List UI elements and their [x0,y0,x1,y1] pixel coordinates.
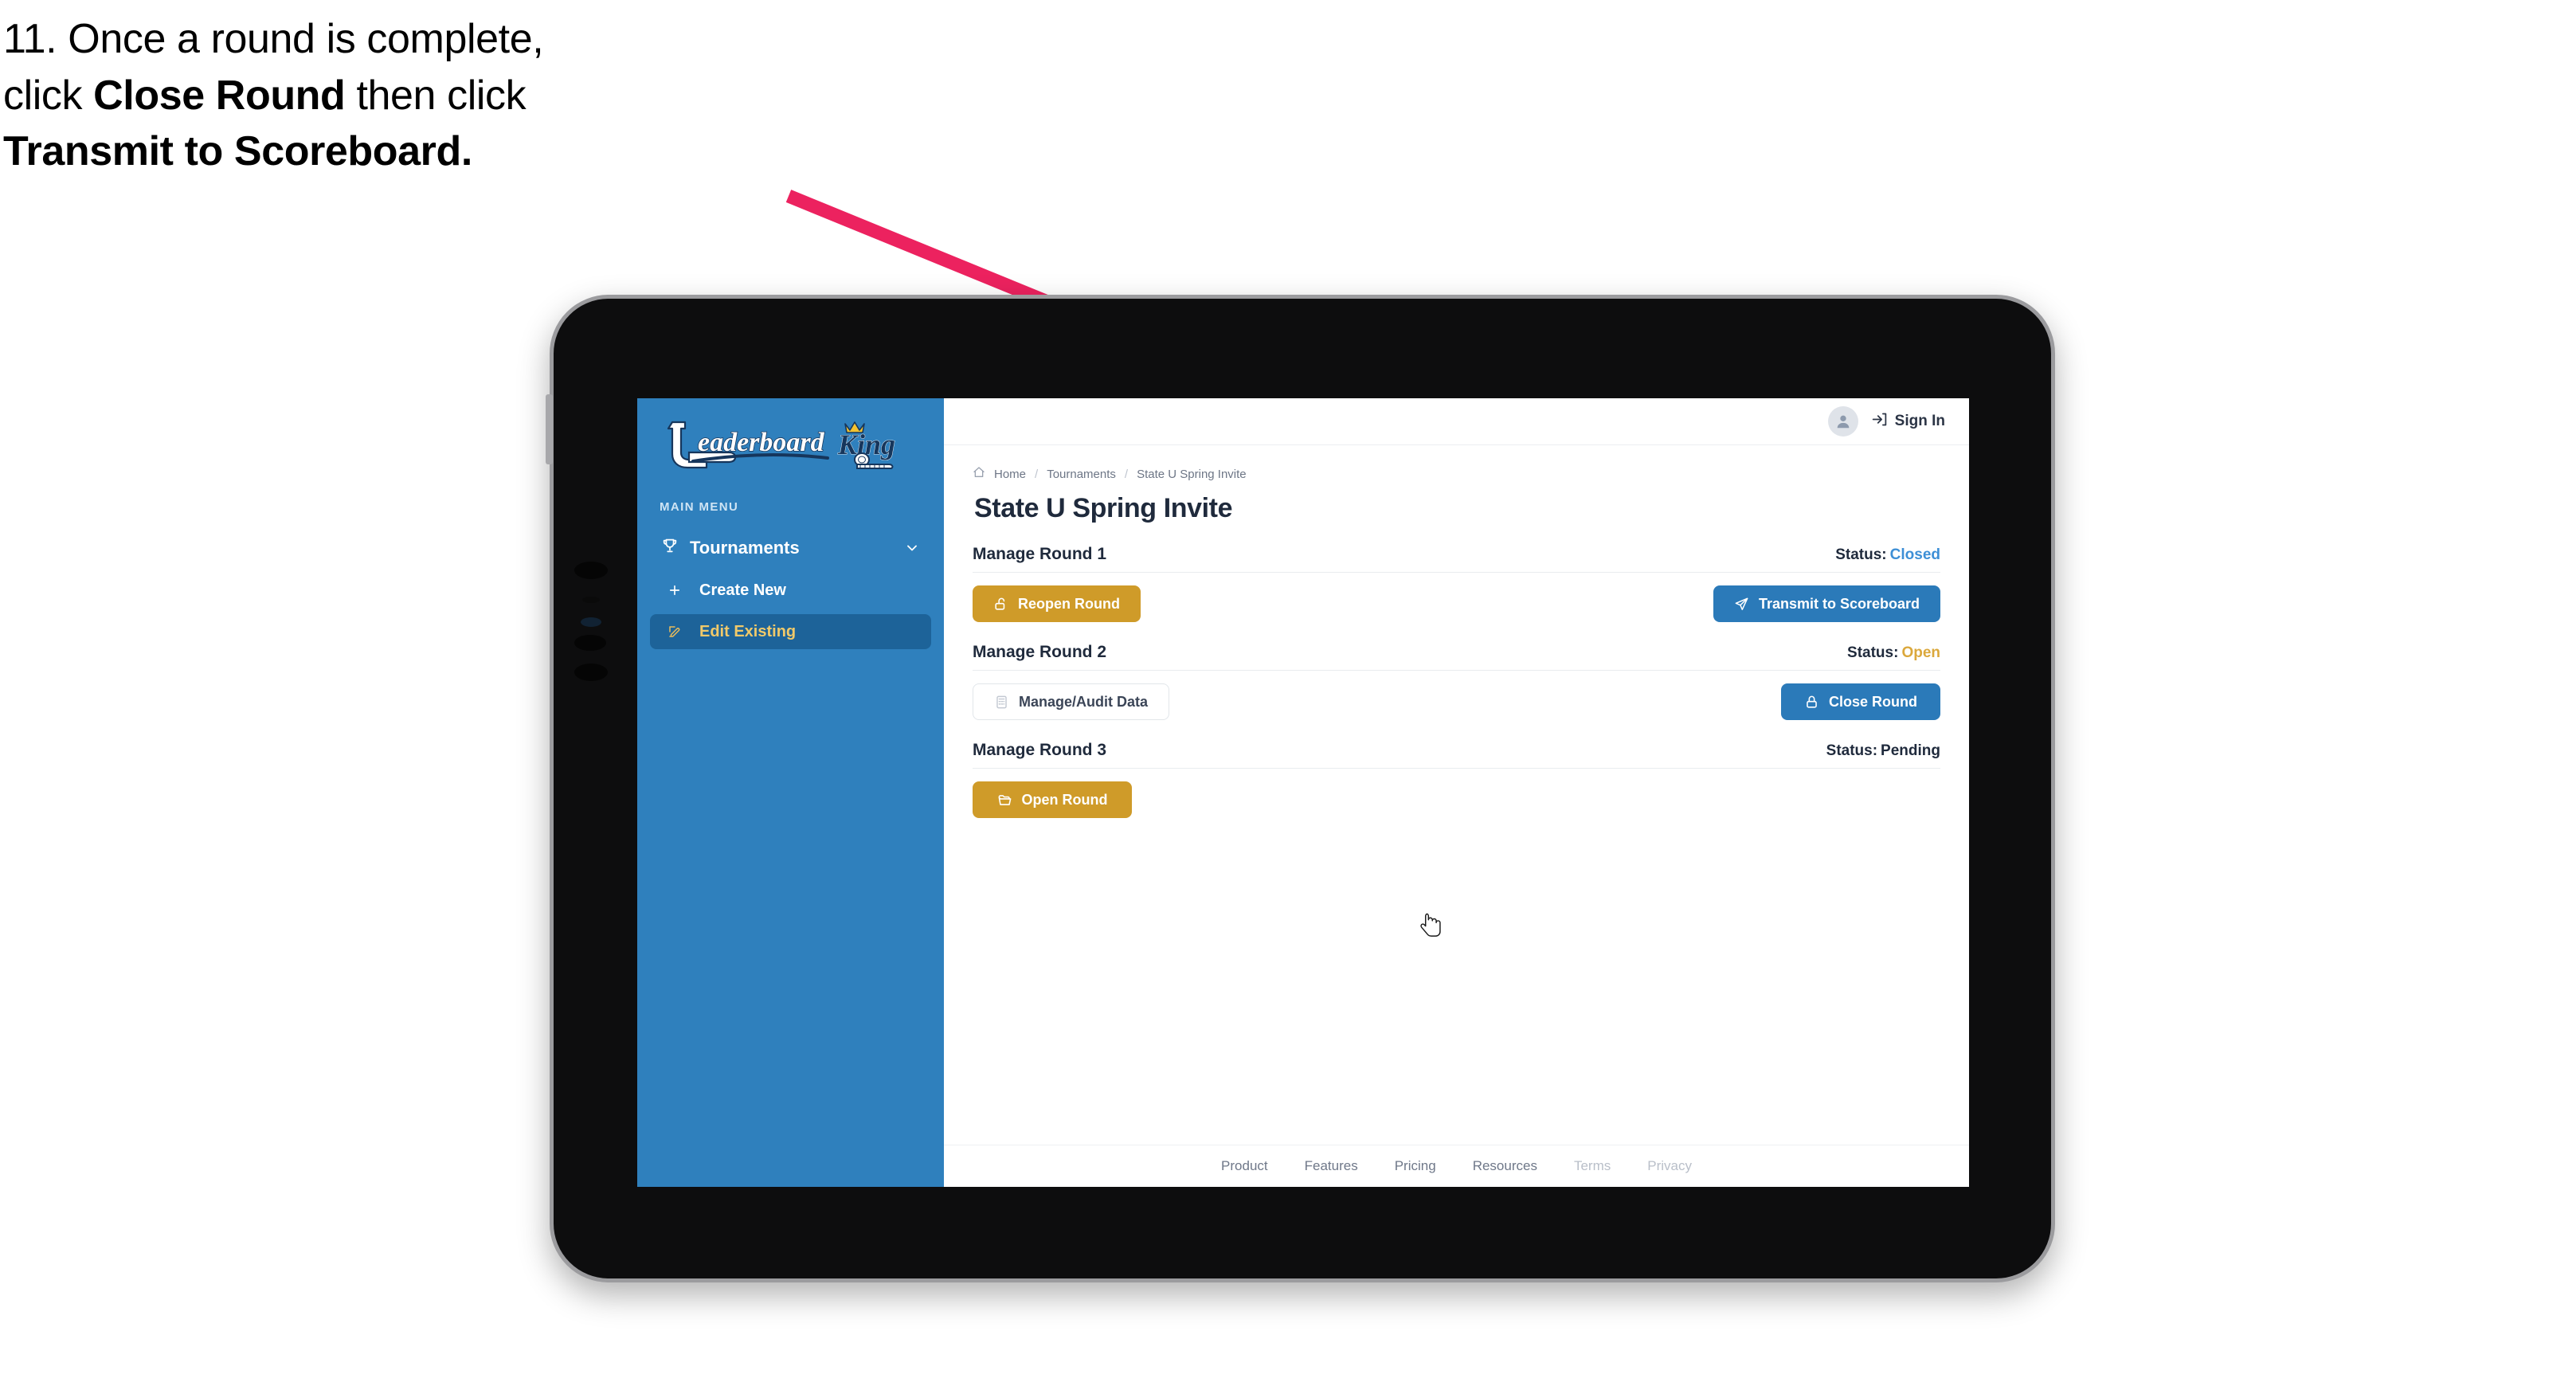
sidebar-item-tournaments[interactable]: Tournaments [650,530,931,566]
round-3-title: Manage Round 3 [973,741,1107,759]
round-1-title: Manage Round 1 [973,545,1107,563]
round-3-header: Manage Round 3 Status: Pending [973,741,1940,769]
reopen-round-label: Reopen Round [1018,595,1120,612]
avatar[interactable] [1827,406,1858,437]
round-2-status-value: Open [1901,644,1940,661]
footer-link-product[interactable]: Product [1221,1158,1268,1174]
sidebar-nav-group: Tournaments Create New Edit Existing [637,530,944,649]
caption-line-1-text: 11. Once a round is complete, [3,16,544,62]
round-2-status: Status: Open [1847,644,1940,662]
round-1-status-label: Status: [1835,546,1887,563]
open-round-button[interactable]: Open Round [973,781,1132,818]
tablet-device-frame: eaderboard King MAIN MENU Tournaments Cr… [546,295,2055,1282]
sidebar-item-edit-existing-label: Edit Existing [699,622,797,640]
round-2-title: Manage Round 2 [973,643,1107,661]
svg-text:eaderboard: eaderboard [698,428,825,457]
sign-in-button[interactable]: Sign In [1871,411,1945,433]
page-content: Home / Tournaments / State U Spring Invi… [944,445,1969,818]
tablet-screen: eaderboard King MAIN MENU Tournaments Cr… [637,398,1969,1187]
sidebar-item-edit-existing[interactable]: Edit Existing [650,614,931,649]
page-title: State U Spring Invite [974,493,1233,523]
round-1-status: Status: Closed [1835,546,1940,564]
caption-line-2-post: then click [345,72,527,119]
footer-link-privacy[interactable]: Privacy [1647,1158,1692,1174]
footer-link-resources[interactable]: Resources [1473,1158,1537,1174]
calculator-icon [994,695,1009,710]
round-section-2: Manage Round 2 Status: Open Manage/Audit… [973,643,1940,720]
close-round-label: Close Round [1829,693,1917,710]
close-round-button[interactable]: Close Round [1781,683,1940,720]
manage-audit-data-label: Manage/Audit Data [1019,693,1149,710]
breadcrumb: Home / Tournaments / State U Spring Invi… [973,466,1940,482]
breadcrumb-separator-2: / [1124,467,1129,481]
tablet-speaker-hole [574,635,606,651]
transmit-to-scoreboard-label: Transmit to Scoreboard [1758,595,1920,612]
breadcrumb-item-current: State U Spring Invite [1137,467,1247,481]
lock-icon [1804,695,1819,710]
transmit-to-scoreboard-button[interactable]: Transmit to Scoreboard [1713,585,1940,622]
footer-link-terms[interactable]: Terms [1574,1158,1611,1174]
round-section-3: Manage Round 3 Status: Pending Open Roun… [973,741,1940,818]
sign-in-label: Sign In [1894,413,1945,429]
footer-link-features[interactable]: Features [1305,1158,1358,1174]
round-1-header: Manage Round 1 Status: Closed [973,545,1940,573]
sidebar-item-create-new-label: Create New [699,581,786,599]
caption-line-2: click Close Round then click [3,68,848,124]
round-2-status-label: Status: [1847,644,1899,661]
send-paper-plane-icon [1734,597,1749,612]
caption-line-1: 11. Once a round is complete, [3,11,848,68]
tablet-sensor-slot [582,597,600,603]
leaderboard-king-logo-icon: eaderboard King [667,421,895,469]
tablet-camera-lens [574,562,608,579]
sidebar-item-tournaments-label: Tournaments [690,538,800,558]
folder-open-icon [997,793,1012,808]
caption-line-2-bold: Close Round [93,72,346,119]
round-3-status: Status: Pending [1826,742,1940,760]
app-logo[interactable]: eaderboard King [637,398,944,478]
round-1-status-value: Closed [1889,546,1940,563]
tablet-sensor-dot [581,617,601,627]
round-3-status-value: Pending [1881,742,1940,759]
caption-line-3-bold: Transmit to Scoreboard. [3,128,472,175]
top-bar: Sign In [944,398,1969,445]
round-1-actions: Reopen Round Transmit to Scoreboard [973,585,1940,622]
trophy-icon [661,537,679,559]
caption-line-3: Transmit to Scoreboard. [3,123,848,180]
tablet-speaker-hole-2 [574,664,608,681]
main-content: Sign In Home / Tournaments / State U Spr… [944,398,1969,1187]
round-section-1: Manage Round 1 Status: Closed Reopen Rou… [973,545,1940,622]
sidebar-item-create-new[interactable]: Create New [650,573,931,608]
round-2-header: Manage Round 2 Status: Open [973,643,1940,671]
footer: Product Features Pricing Resources Terms… [944,1145,1969,1187]
instruction-caption: 11. Once a round is complete, click Clos… [3,11,848,180]
home-icon[interactable] [973,466,985,482]
unlock-icon [993,597,1008,612]
chevron-down-icon[interactable] [904,540,920,556]
breadcrumb-item-tournaments[interactable]: Tournaments [1047,468,1116,481]
plus-icon [667,583,685,597]
reopen-round-button[interactable]: Reopen Round [973,585,1141,622]
breadcrumb-item-home[interactable]: Home [994,468,1026,481]
sidebar-section-label: MAIN MENU [660,500,739,514]
sign-in-arrow-icon [1871,411,1888,433]
open-round-label: Open Round [1021,791,1108,808]
footer-link-pricing[interactable]: Pricing [1395,1158,1436,1174]
round-3-status-label: Status: [1826,742,1878,759]
edit-pencil-icon [667,624,685,639]
round-3-actions: Open Round [973,781,1940,818]
tablet-power-button [546,394,553,464]
caption-line-2-pre: click [3,72,94,119]
sidebar: eaderboard King MAIN MENU Tournaments Cr… [637,398,944,1187]
manage-audit-data-button[interactable]: Manage/Audit Data [973,683,1170,720]
round-2-actions: Manage/Audit Data Close Round [973,683,1940,720]
breadcrumb-separator-1: / [1035,467,1039,481]
